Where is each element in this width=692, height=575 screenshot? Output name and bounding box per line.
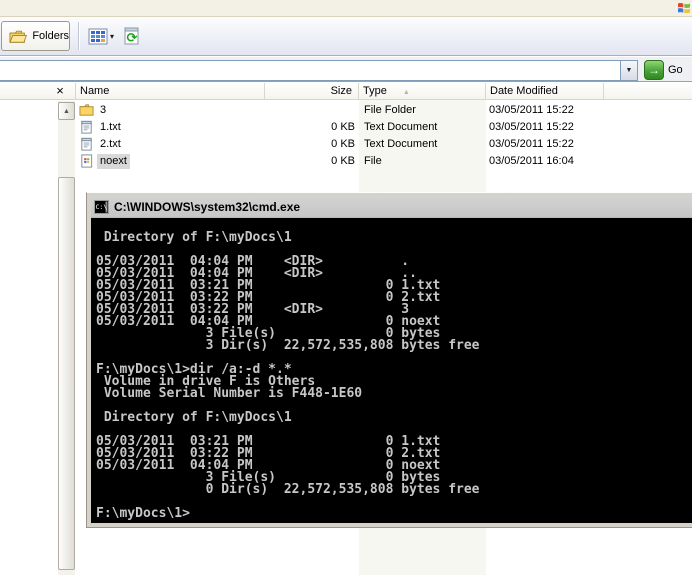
text-document-icon bbox=[79, 137, 94, 151]
cmd-console-output[interactable]: Directory of F:\myDocs\1 05/03/2011 04:0… bbox=[91, 218, 692, 523]
folders-button-label: Folders bbox=[32, 30, 69, 42]
standard-buttons-toolbar: Folders ▾ ⟳ bbox=[0, 17, 692, 56]
file-name: 3 bbox=[97, 103, 109, 118]
cmd-window: C:\ C:\WINDOWS\system32\cmd.exe Director… bbox=[86, 192, 692, 528]
close-icon[interactable]: × bbox=[52, 83, 68, 99]
address-dropdown-button[interactable]: ▼ bbox=[620, 61, 637, 80]
toolbar-separator bbox=[78, 22, 79, 50]
windows-flag-icon bbox=[677, 1, 691, 15]
console-line: Directory of F:\myDocs\1 bbox=[96, 412, 692, 424]
menu-bar bbox=[0, 0, 692, 17]
file-size bbox=[265, 103, 355, 118]
refresh-icon: ⟳ bbox=[122, 27, 143, 47]
file-type: File Folder bbox=[364, 103, 416, 118]
generic-file-icon bbox=[79, 154, 94, 168]
file-row-noext[interactable]: noext 0 KB File 03/05/2011 16:04 bbox=[76, 153, 692, 170]
column-header-size[interactable]: Size bbox=[265, 83, 359, 99]
cmd-prompt-icon: C:\ bbox=[94, 200, 109, 214]
refresh-button[interactable]: ⟳ bbox=[120, 23, 145, 50]
column-header-date-modified[interactable]: Date Modified bbox=[486, 83, 604, 99]
console-line: Directory of F:\myDocs\1 bbox=[96, 232, 692, 244]
views-button[interactable]: ▾ bbox=[86, 23, 116, 50]
explorer-window: Folders ▾ ⟳ ▼ bbox=[0, 0, 692, 575]
chevron-up-icon: ▲ bbox=[63, 108, 70, 115]
file-date-modified: 03/05/2011 16:04 bbox=[489, 154, 574, 169]
console-line: 3 Dir(s) 22,572,535,808 bytes free bbox=[96, 340, 692, 352]
console-line: 0 Dir(s) 22,572,535,808 bytes free bbox=[96, 484, 692, 496]
folders-button[interactable]: Folders bbox=[1, 21, 70, 51]
file-name: 1.txt bbox=[97, 120, 124, 135]
file-row-folder-3[interactable]: 3 File Folder 03/05/2011 15:22 bbox=[76, 102, 692, 119]
go-button-label: Go bbox=[668, 64, 683, 76]
column-header-label: Name bbox=[80, 85, 109, 97]
address-input[interactable] bbox=[1, 62, 616, 79]
sort-ascending-icon: ▲ bbox=[403, 89, 410, 96]
column-header-type[interactable]: Type ▲ bbox=[359, 83, 486, 99]
console-line: F:\myDocs\1> bbox=[96, 508, 692, 520]
address-combo: ▼ bbox=[0, 60, 638, 81]
cmd-title-bar[interactable]: C:\ C:\WINDOWS\system32\cmd.exe bbox=[91, 196, 692, 218]
file-type: Text Document bbox=[364, 120, 437, 135]
column-header-label: Date Modified bbox=[490, 85, 558, 97]
folder-icon bbox=[79, 103, 94, 117]
file-row-2txt[interactable]: 2.txt 0 KB Text Document 03/05/2011 15:2… bbox=[76, 136, 692, 153]
folder-icon bbox=[9, 29, 27, 44]
svg-text:C:\: C:\ bbox=[96, 203, 108, 211]
column-header-label: Type bbox=[363, 85, 387, 97]
file-type: Text Document bbox=[364, 137, 437, 152]
file-name: noext bbox=[97, 154, 130, 169]
file-name: 2.txt bbox=[97, 137, 124, 152]
scrollbar-up-button[interactable]: ▲ bbox=[58, 102, 75, 120]
views-grid-icon bbox=[88, 28, 108, 45]
file-date-modified: 03/05/2011 15:22 bbox=[489, 137, 574, 152]
file-list-header: Name Size Type ▲ Date Modified bbox=[76, 83, 692, 100]
chevron-down-icon: ▼ bbox=[626, 67, 633, 74]
cmd-window-title: C:\WINDOWS\system32\cmd.exe bbox=[114, 200, 300, 214]
chevron-down-icon: ▾ bbox=[110, 32, 114, 41]
column-header-empty bbox=[604, 83, 691, 99]
file-type: File bbox=[364, 154, 382, 169]
column-header-label: Size bbox=[331, 85, 352, 97]
svg-text:⟳: ⟳ bbox=[127, 31, 138, 46]
file-size: 0 KB bbox=[265, 120, 355, 135]
console-line: Volume Serial Number is F448-1E60 bbox=[96, 388, 692, 400]
text-document-icon bbox=[79, 120, 94, 134]
file-date-modified: 03/05/2011 15:22 bbox=[489, 120, 574, 135]
file-size: 0 KB bbox=[265, 137, 355, 152]
file-date-modified: 03/05/2011 15:22 bbox=[489, 103, 574, 118]
go-button[interactable]: → bbox=[644, 60, 664, 80]
folders-pane-header: × bbox=[0, 83, 76, 100]
arrow-right-icon: → bbox=[648, 63, 660, 77]
file-row-1txt[interactable]: 1.txt 0 KB Text Document 03/05/2011 15:2… bbox=[76, 119, 692, 136]
address-bar-row: ▼ → Go bbox=[0, 57, 692, 82]
file-size: 0 KB bbox=[265, 154, 355, 169]
scrollbar-thumb[interactable] bbox=[58, 177, 75, 570]
column-header-name[interactable]: Name bbox=[76, 83, 265, 99]
